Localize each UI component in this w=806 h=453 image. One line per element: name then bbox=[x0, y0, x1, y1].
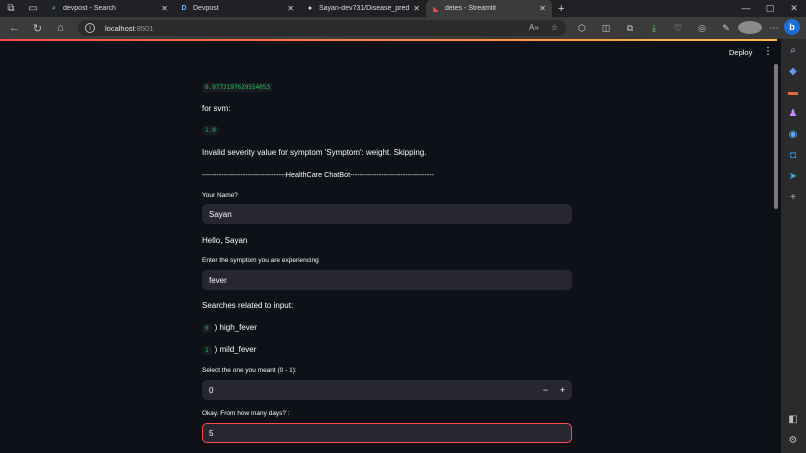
new-tab-button[interactable]: + bbox=[558, 3, 564, 15]
increment-button[interactable]: + bbox=[554, 381, 571, 399]
refresh-icon[interactable]: ↻ bbox=[26, 22, 49, 35]
address-bar[interactable]: i localhost:8501 A» ☆ bbox=[78, 20, 566, 36]
symptom-label: Enter the symptom you are experiencing bbox=[202, 257, 319, 264]
copilot-icon[interactable]: ◎ bbox=[690, 23, 714, 34]
tab-devpost[interactable]: D Devpost ✕ bbox=[174, 0, 300, 17]
url-port: :8501 bbox=[134, 23, 154, 33]
sidebar-copilot-icon[interactable]: ◉ bbox=[786, 128, 800, 142]
sidebar-layout-icon[interactable]: ◧ bbox=[786, 413, 800, 427]
sidebar-add-icon[interactable]: + bbox=[786, 191, 800, 205]
name-input[interactable]: Sayan bbox=[202, 204, 572, 224]
option-text: ) mild_fever bbox=[214, 345, 257, 354]
tab-devpost-search[interactable]: ⌕ devpost - Search ✕ bbox=[44, 0, 174, 17]
collections-icon[interactable]: ⧉ bbox=[618, 23, 642, 34]
close-icon[interactable]: ✕ bbox=[161, 4, 168, 13]
url-host: localhost bbox=[105, 23, 135, 33]
page-loading-bar bbox=[0, 39, 777, 41]
extension-icon[interactable]: ⬡ bbox=[570, 23, 594, 34]
bing-copilot-icon[interactable]: b bbox=[784, 19, 800, 35]
home-icon[interactable]: ⌂ bbox=[49, 22, 72, 34]
close-icon[interactable]: ✕ bbox=[539, 4, 546, 13]
select-number-input[interactable]: 0 − + bbox=[202, 380, 572, 400]
sidebar-settings-icon[interactable]: ⚙ bbox=[786, 434, 800, 448]
window-close-icon[interactable]: ✕ bbox=[782, 0, 806, 17]
chatbot-title: -----------------------------------Healt… bbox=[202, 170, 434, 179]
days-label: Okay. From how many days? : bbox=[202, 410, 290, 417]
browser-extensions: ⬡ ◫ ⧉ ⤓ ♡ ◎ ✎ ⋯ bbox=[570, 17, 786, 39]
sidebar-search-icon[interactable]: ⌕ bbox=[786, 44, 800, 58]
search-icon: ⌕ bbox=[52, 4, 56, 12]
name-input-value: Sayan bbox=[209, 209, 232, 219]
greeting-text: Hello, Sayan bbox=[202, 236, 248, 245]
tab-actions-icon[interactable]: ▭ bbox=[22, 0, 44, 17]
days-input[interactable]: 5 bbox=[202, 423, 572, 443]
performance-icon[interactable]: ♡ bbox=[666, 23, 690, 34]
svm-label: for svm: bbox=[202, 104, 231, 113]
back-icon[interactable]: ← bbox=[3, 22, 26, 34]
main-menu-icon[interactable]: ⋮ bbox=[763, 46, 773, 57]
tab-github[interactable]: ● Sayan-dev731/Disease_predictio ✕ bbox=[300, 0, 426, 17]
warning-text: Invalid severity value for symptom 'Symp… bbox=[202, 148, 427, 157]
svm-value: 1.0 bbox=[202, 126, 219, 135]
sidebar-tools-icon[interactable]: ▬ bbox=[786, 86, 800, 100]
minimize-icon[interactable]: — bbox=[734, 0, 758, 17]
github-icon: ● bbox=[307, 5, 313, 12]
close-icon[interactable]: ✕ bbox=[413, 4, 420, 13]
window-controls: — ▢ ✕ bbox=[734, 0, 806, 17]
list-item: 1) mild_fever bbox=[202, 345, 257, 355]
decrement-button[interactable]: − bbox=[537, 381, 554, 399]
deploy-button[interactable]: Deploy bbox=[729, 48, 752, 57]
select-input-value: 0 bbox=[209, 385, 214, 395]
option-text: ) high_fever bbox=[214, 323, 257, 332]
profile-avatar[interactable] bbox=[738, 20, 762, 36]
read-aloud-icon[interactable]: A» bbox=[529, 23, 539, 32]
name-label: Your Name? bbox=[202, 192, 238, 199]
symptom-input-value: fever bbox=[209, 275, 227, 285]
more-options-icon[interactable]: ⋯ bbox=[762, 23, 786, 34]
quantity-stepper: − + bbox=[537, 381, 571, 399]
days-input-value: 5 bbox=[209, 428, 214, 438]
sidebar-outlook-icon[interactable]: ◘ bbox=[786, 149, 800, 163]
maximize-icon[interactable]: ▢ bbox=[758, 0, 782, 17]
sidebar-games-icon[interactable]: ♟ bbox=[786, 107, 800, 121]
tab-streamlit[interactable]: ◣ detes - Streamlit ✕ bbox=[426, 0, 552, 17]
devpost-icon: D bbox=[181, 5, 187, 12]
option-index: 0 bbox=[202, 324, 212, 333]
accuracy-value: 0.9772197629554053 bbox=[202, 83, 274, 92]
favorite-star-icon[interactable]: ☆ bbox=[551, 23, 558, 32]
browser-tab-bar: ⧉ ▭ ⌕ devpost - Search ✕ D Devpost ✕ ● S… bbox=[0, 0, 806, 17]
extensions-puzzle-icon[interactable]: ✎ bbox=[714, 23, 738, 34]
option-index: 1 bbox=[202, 346, 212, 355]
downloads-icon[interactable]: ⤓ bbox=[642, 23, 666, 34]
page-scrollbar[interactable] bbox=[774, 64, 778, 209]
close-icon[interactable]: ✕ bbox=[287, 4, 294, 13]
split-screen-icon[interactable]: ◫ bbox=[594, 23, 618, 34]
sidebar-shopping-icon[interactable]: ◆ bbox=[786, 65, 800, 79]
edge-sidebar: ⌕ ◆ ▬ ♟ ◉ ◘ ➤ + ◧ ⚙ bbox=[781, 39, 806, 453]
sidebar-send-icon[interactable]: ➤ bbox=[786, 170, 800, 184]
list-item: 0) high_fever bbox=[202, 323, 257, 333]
workspaces-icon[interactable]: ⧉ bbox=[0, 0, 22, 17]
streamlit-icon: ◣ bbox=[433, 5, 439, 13]
symptom-input[interactable]: fever bbox=[202, 270, 572, 290]
searches-label: Searches related to input: bbox=[202, 301, 294, 310]
select-label: Select the one you meant (0 - 1): bbox=[202, 367, 297, 374]
browser-toolbar: ← ↻ ⌂ i localhost:8501 A» ☆ ⬡ ◫ ⧉ ⤓ ♡ ◎ … bbox=[0, 17, 806, 39]
site-info-icon[interactable]: i bbox=[85, 23, 95, 33]
